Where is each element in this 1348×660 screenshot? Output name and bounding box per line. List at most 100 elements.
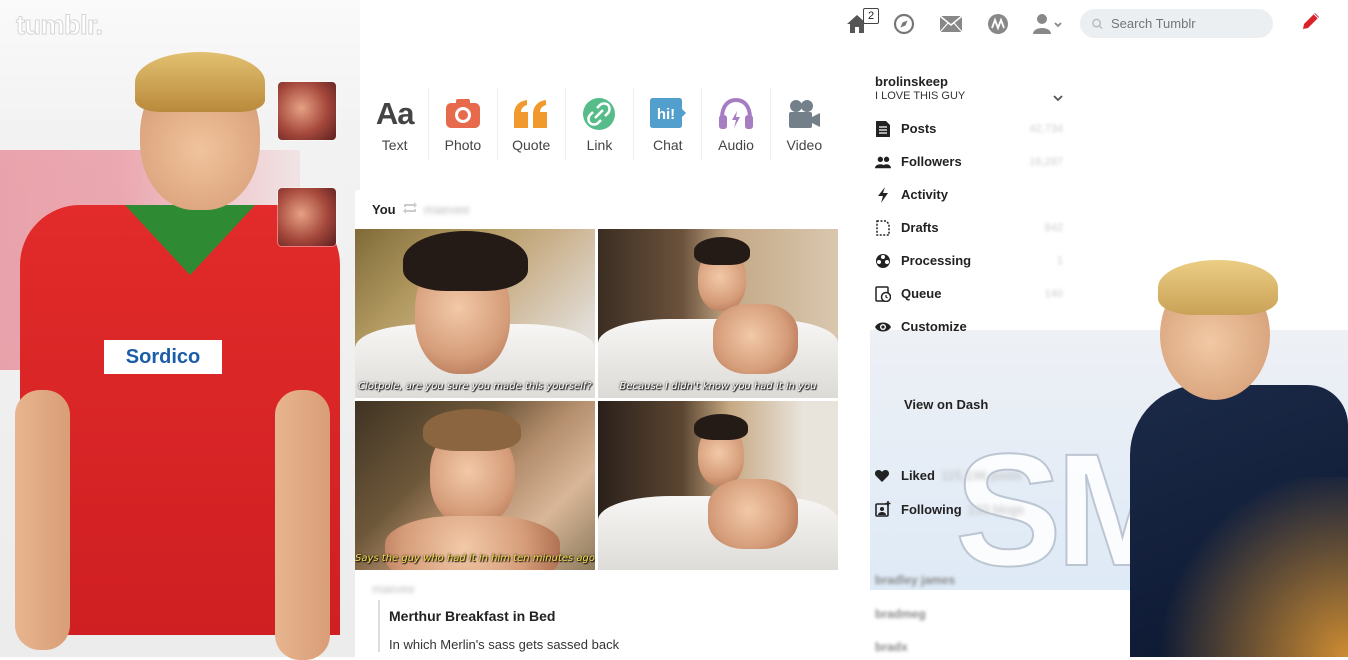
gif-hair <box>694 237 750 265</box>
inbox-icon[interactable] <box>939 12 963 36</box>
user-avatar[interactable] <box>278 82 336 140</box>
posts-icon <box>875 120 891 137</box>
quote-icon <box>514 99 548 128</box>
home-badge: 2 <box>863 8 879 24</box>
sidebar-item-count: 140 <box>1044 287 1063 300</box>
gif-hair <box>694 414 748 440</box>
search-bar[interactable] <box>1080 9 1273 38</box>
gif-caption: Because I didn't know you had it in you <box>619 381 817 392</box>
gif-frame[interactable]: Says the guy who had it in him ten minut… <box>355 401 595 570</box>
reblog-icon <box>402 201 418 217</box>
post-header: You maevee <box>355 190 838 228</box>
drafts-icon <box>875 219 891 236</box>
post-you-label[interactable]: You <box>372 202 396 217</box>
reblogged-from-name[interactable]: maevee <box>424 202 470 217</box>
sidebar-item-count: 133 blogs <box>967 501 1025 517</box>
post-body: In which Merlin's sass gets sassed back <box>389 637 620 652</box>
sidebar-item-posts[interactable]: Posts 42,734 <box>862 112 1067 145</box>
player-arm <box>275 390 330 660</box>
gif-frame[interactable]: Clotpole, are you sure you made this you… <box>355 229 595 398</box>
post-quote-button[interactable]: Quote <box>498 88 566 160</box>
gif-caption: Says the guy who had it in him ten minut… <box>355 553 595 564</box>
sidebar-blog-link[interactable]: bradmeg <box>875 607 926 621</box>
post-photo-button[interactable]: Photo <box>429 88 498 160</box>
player-arm <box>15 390 70 650</box>
sidebar-item-drafts[interactable]: Drafts 842 <box>862 211 1067 244</box>
svg-text:hi!: hi! <box>657 106 675 123</box>
shirt-sponsor-logo: Sordico <box>104 340 222 374</box>
gif-torso <box>713 304 798 374</box>
text-icon: Aa <box>375 95 415 131</box>
tumblr-logo[interactable]: tumblr. <box>16 10 104 41</box>
player-hair <box>1158 260 1278 315</box>
sidebar-item-label: Drafts <box>901 220 939 235</box>
top-nav: 2 <box>845 8 1086 40</box>
sidebar-item-following[interactable]: Following 133 blogs <box>875 501 1024 517</box>
gif-hair <box>403 231 528 291</box>
sidebar-item-liked[interactable]: Liked 115,196 posts <box>875 467 1022 483</box>
post-video-button[interactable]: Video <box>771 88 838 160</box>
gif-frame[interactable] <box>598 401 838 570</box>
gif-hair <box>423 409 521 451</box>
compose-icon[interactable] <box>1300 10 1324 34</box>
post-photoset[interactable]: Clotpole, are you sure you made this you… <box>355 229 838 570</box>
link-icon <box>583 97 616 130</box>
post-type-bar: Aa Text Photo Quote Link hi! Chat Audio <box>361 88 838 160</box>
reblogger-avatar[interactable] <box>278 188 336 246</box>
post-text-button[interactable]: Aa Text <box>361 88 430 160</box>
sidebar-item-count: 42,734 <box>1029 122 1063 135</box>
video-icon <box>789 99 821 128</box>
post-title: Merthur Breakfast in Bed <box>389 608 556 624</box>
activity-bolt-icon <box>875 186 891 203</box>
following-icon <box>875 501 891 517</box>
queue-icon <box>875 285 891 302</box>
eye-icon <box>875 319 891 335</box>
photo-icon <box>445 98 480 128</box>
sidebar-item-count: 16,287 <box>1029 155 1063 168</box>
sidebar-blog-link[interactable]: bradley james <box>875 573 955 587</box>
sidebar-item-processing[interactable]: Processing 1 <box>862 244 1067 277</box>
heart-icon <box>875 467 891 483</box>
blog-name[interactable]: brolinskeep <box>875 74 1067 89</box>
gif-caption: Clotpole, are you sure you made this you… <box>358 381 592 392</box>
post-type-label: Link <box>586 136 613 153</box>
background-glow <box>1148 477 1348 657</box>
sidebar-item-label: Processing <box>901 253 972 268</box>
post-type-label: Audio <box>718 136 754 153</box>
explore-icon[interactable] <box>892 12 916 36</box>
sidebar-item-queue[interactable]: Queue 140 <box>862 277 1067 310</box>
blog-header[interactable]: brolinskeep I LOVE THIS GUY <box>862 74 1067 112</box>
search-icon <box>1092 18 1103 29</box>
search-input[interactable] <box>1109 15 1273 32</box>
home-icon[interactable]: 2 <box>845 8 879 36</box>
sidebar-item-label: Posts <box>901 121 937 136</box>
sidebar-item-label: Liked <box>901 467 935 483</box>
player-hair <box>135 52 265 112</box>
view-on-dash-link[interactable]: View on Dash <box>904 397 988 412</box>
sidebar-item-customize[interactable]: Customize <box>862 310 1067 343</box>
chevron-down-icon[interactable] <box>1053 89 1063 107</box>
post-author[interactable]: maevee <box>372 582 415 596</box>
post-link-button[interactable]: Link <box>566 88 635 160</box>
post-type-label: Chat <box>652 136 683 153</box>
dashboard-post: You maevee Clotpole, are you sure you ma… <box>355 190 838 660</box>
sidebar-item-count: 115,196 posts <box>940 467 1022 483</box>
processing-icon <box>875 253 891 269</box>
post-audio-button[interactable]: Audio <box>702 88 771 160</box>
post-chat-button[interactable]: hi! Chat <box>634 88 703 160</box>
post-type-label: Text <box>381 136 408 153</box>
sidebar-item-label: Customize <box>901 319 967 334</box>
account-sidebar: brolinskeep I LOVE THIS GUY Posts 42,734… <box>862 74 1067 343</box>
gif-frame[interactable]: Because I didn't know you had it in you <box>598 229 838 398</box>
sidebar-item-followers[interactable]: Followers 16,287 <box>862 145 1067 178</box>
sidebar-item-label: Following <box>901 501 962 517</box>
activity-icon[interactable] <box>986 12 1010 36</box>
post-type-label: Video <box>786 136 823 153</box>
sidebar-item-count: 842 <box>1044 221 1063 234</box>
followers-icon <box>875 154 891 170</box>
sidebar-item-activity[interactable]: Activity <box>862 178 1067 211</box>
sidebar-blog-link[interactable]: bradx <box>875 640 908 654</box>
account-icon[interactable] <box>1033 12 1063 36</box>
post-type-label: Photo <box>444 136 482 153</box>
sidebar-item-count: 1 <box>1056 254 1063 267</box>
